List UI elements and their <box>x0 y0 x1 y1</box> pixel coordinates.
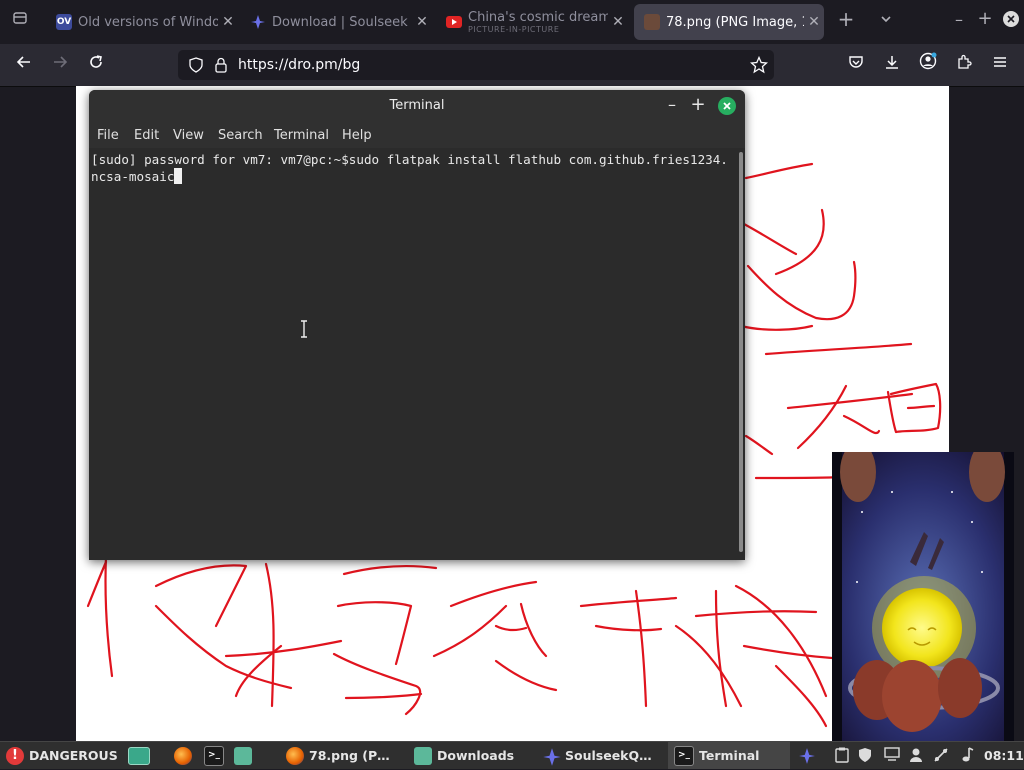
close-tab-icon[interactable]: ✕ <box>608 14 628 30</box>
terminal-icon: >_ <box>674 745 694 766</box>
shield-icon[interactable] <box>188 57 204 77</box>
window-label: SoulseekQ… <box>565 748 652 763</box>
ov-favicon-icon: OV <box>56 14 72 30</box>
firefox-icon <box>174 746 192 765</box>
i-beam-cursor-icon <box>299 320 309 342</box>
terminal-title: Terminal <box>389 98 445 113</box>
show-desktop-button[interactable] <box>128 742 155 769</box>
menu-edit[interactable]: Edit <box>134 128 159 143</box>
tab-title: Old versions of Windo <box>78 14 218 30</box>
soulseek-tray-icon[interactable] <box>798 747 816 765</box>
window-label: Downloads <box>437 748 515 763</box>
taskbar: ! DANGEROUS >_ 78.png (P… Downloads Soul… <box>0 741 1024 769</box>
terminal-icon: >_ <box>204 745 224 766</box>
tab-title: China's cosmic dream | <box>468 10 608 25</box>
firefox-icon <box>286 746 304 765</box>
clipboard-icon[interactable] <box>833 747 851 765</box>
picture-in-picture-video[interactable] <box>832 452 1014 742</box>
video-frame <box>832 452 1014 742</box>
menu-search[interactable]: Search <box>218 128 263 143</box>
bookmark-star-icon[interactable] <box>749 55 769 78</box>
menu-file[interactable]: File <box>97 128 119 143</box>
text-cursor <box>174 168 183 184</box>
tab-title-group: China's cosmic dream | PICTURE-IN-PICTUR… <box>468 10 608 34</box>
arrow-right-icon <box>54 56 68 68</box>
user-icon[interactable] <box>907 747 925 765</box>
terminal-output[interactable]: [sudo] password for vm7: vm7@pc:~$sudo f… <box>89 148 737 560</box>
tab-china-cosmic[interactable]: China's cosmic dream | PICTURE-IN-PICTUR… <box>436 4 628 40</box>
lock-icon[interactable] <box>214 57 228 77</box>
window-label: 78.png (P… <box>309 748 390 763</box>
menu-view[interactable]: View <box>173 128 204 143</box>
download-icon[interactable] <box>878 52 906 78</box>
chevron-down-icon[interactable] <box>874 10 898 29</box>
launcher-files[interactable] <box>234 742 257 769</box>
warning-icon: ! <box>6 746 24 765</box>
display-icon[interactable] <box>883 747 901 765</box>
browser-tab-bar: OV Old versions of Windo ✕ Download | So… <box>0 0 1024 44</box>
account-icon[interactable] <box>914 52 942 78</box>
shield-icon[interactable] <box>856 747 874 765</box>
taskbar-window-terminal[interactable]: >_ Terminal <box>668 742 790 769</box>
tab-title: 78.png (PNG Image, 10 <box>666 14 804 30</box>
terminal-menubar: File Edit View Search Terminal Help <box>89 122 745 148</box>
close-tab-icon[interactable]: ✕ <box>804 14 824 30</box>
desktop-icon <box>128 746 150 765</box>
terminal-scrollbar[interactable] <box>737 148 745 560</box>
window-label: Terminal <box>699 748 760 763</box>
close-icon[interactable] <box>718 97 736 119</box>
scrollbar-thumb[interactable] <box>739 152 743 552</box>
bird-icon <box>542 747 561 766</box>
bird-icon <box>250 14 266 30</box>
minimize-icon[interactable]: – <box>947 10 971 29</box>
terminal-text[interactable]: [sudo] password for vm7: vm7@pc:~$sudo f… <box>91 151 733 185</box>
tab-78-png[interactable]: 78.png (PNG Image, 10 ✕ <box>634 4 824 40</box>
pocket-icon[interactable] <box>842 52 870 78</box>
navigation-bar: https://dro.pm/bg <box>0 44 1024 87</box>
tab-list-icon[interactable] <box>8 10 32 30</box>
menu-terminal[interactable]: Terminal <box>274 128 329 143</box>
menu-help[interactable]: Help <box>342 128 372 143</box>
back-button[interactable] <box>10 52 38 78</box>
reload-button[interactable] <box>82 52 110 78</box>
close-tab-icon[interactable]: ✕ <box>218 14 238 30</box>
terminal-window[interactable]: Terminal – + File Edit View Search Termi… <box>89 90 745 560</box>
extensions-icon[interactable] <box>950 52 978 78</box>
launcher-terminal[interactable]: >_ <box>204 742 229 769</box>
terminal-titlebar[interactable]: Terminal – + <box>89 90 745 122</box>
url-bar[interactable]: https://dro.pm/bg <box>178 50 774 80</box>
menu-icon[interactable] <box>986 52 1014 78</box>
taskbar-window-soulseek[interactable]: SoulseekQ… <box>542 742 662 769</box>
image-icon <box>644 14 660 30</box>
forward-button[interactable] <box>46 52 74 78</box>
reload-icon <box>90 55 102 68</box>
tab-subtitle: PICTURE-IN-PICTURE <box>468 25 560 34</box>
url-text[interactable]: https://dro.pm/bg <box>238 57 360 73</box>
folder-icon <box>234 746 252 765</box>
command-line: [sudo] password for vm7: vm7@pc:~$sudo f… <box>91 152 728 184</box>
youtube-icon <box>446 14 462 30</box>
taskbar-window-downloads[interactable]: Downloads <box>414 742 534 769</box>
launcher-firefox[interactable] <box>174 742 197 769</box>
start-menu-label: DANGEROUS <box>29 748 118 763</box>
volume-icon[interactable] <box>958 747 976 765</box>
folder-icon <box>414 746 432 765</box>
clock[interactable]: 08:11 <box>984 742 1024 769</box>
taskbar-window-78png[interactable]: 78.png (P… <box>286 742 406 769</box>
tab-old-versions[interactable]: OV Old versions of Windo ✕ <box>46 4 238 40</box>
arrow-left-icon <box>16 56 30 68</box>
start-menu-button[interactable]: ! DANGEROUS <box>6 742 118 769</box>
minimize-icon[interactable]: – <box>663 96 681 114</box>
new-tab-icon[interactable]: + <box>834 7 858 31</box>
maximize-icon[interactable]: + <box>689 96 707 114</box>
tab-title: Download | Soulseek <box>272 14 408 30</box>
close-tab-icon[interactable]: ✕ <box>412 14 432 30</box>
close-window-icon[interactable] <box>999 11 1023 31</box>
tab-soulseek[interactable]: Download | Soulseek ✕ <box>240 4 432 40</box>
network-icon[interactable] <box>932 747 950 765</box>
maximize-icon[interactable]: + <box>973 8 997 29</box>
